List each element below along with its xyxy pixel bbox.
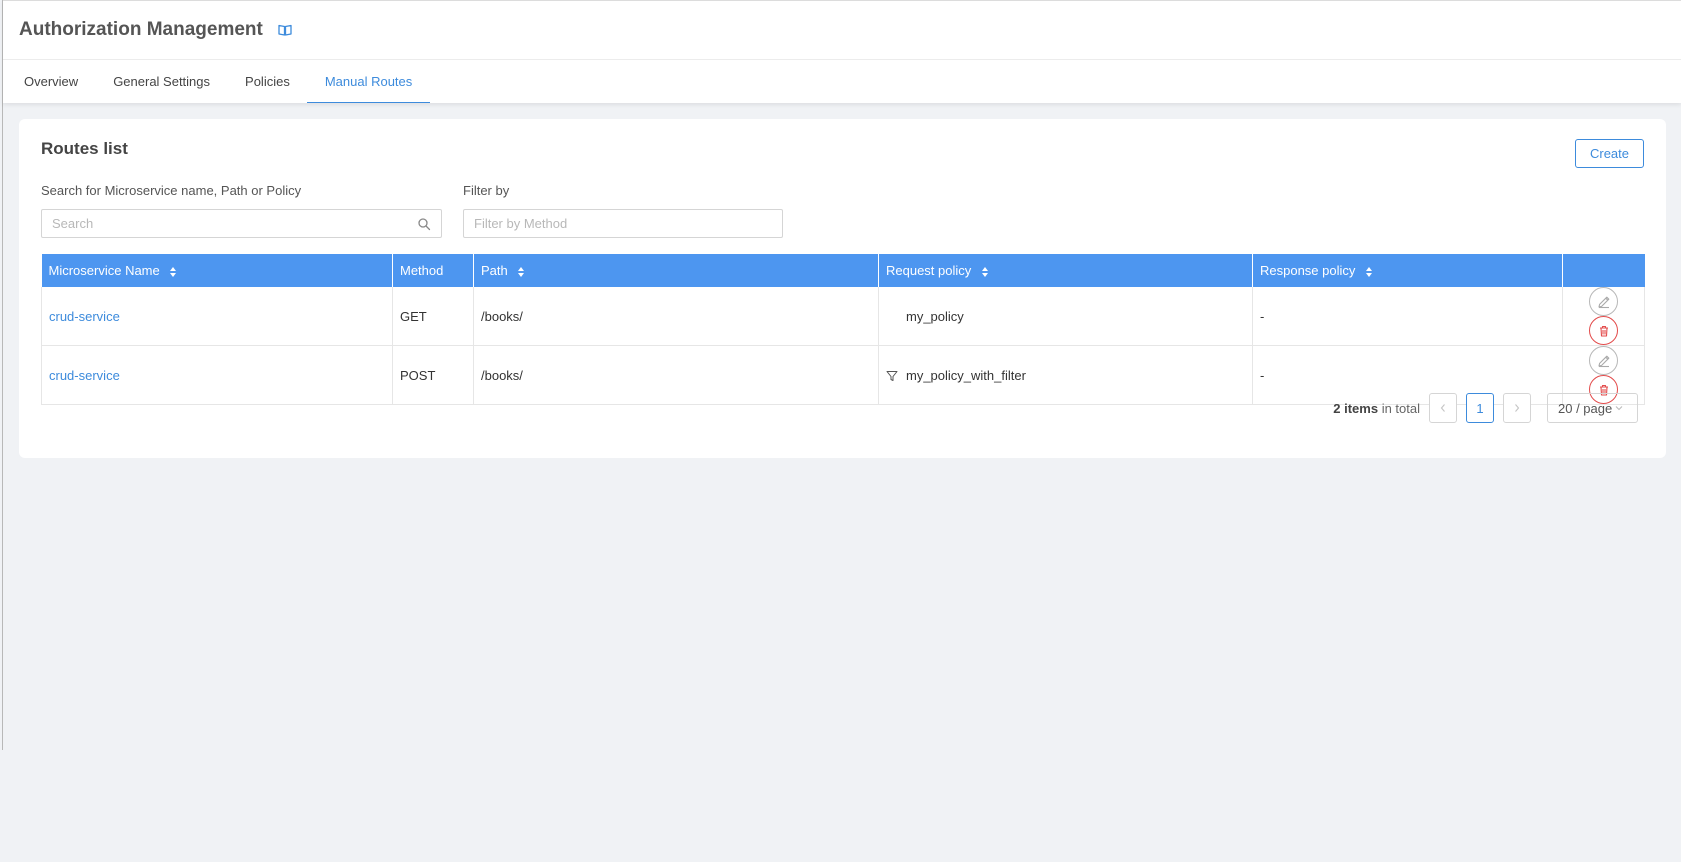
column-header-label: Microservice Name <box>48 263 160 278</box>
chevron-down-icon <box>1614 403 1624 413</box>
column-header-response-policy[interactable]: Response policy <box>1252 254 1563 287</box>
method-filter-field <box>463 209 783 238</box>
column-header-actions <box>1562 254 1645 287</box>
column-header-label: Method <box>400 263 444 278</box>
table-header-row: Microservice Name Method Path Request po… <box>41 254 1645 287</box>
page-size-select[interactable]: 20 / page <box>1547 393 1638 423</box>
column-header-label: Response policy <box>1260 263 1356 278</box>
routes-table: Microservice Name Method Path Request po… <box>41 254 1645 405</box>
search-input[interactable] <box>42 210 417 237</box>
column-header-path[interactable]: Path <box>473 254 879 287</box>
table-row: crud-service GET /books/ my_policy - <box>41 287 1645 346</box>
trash-icon <box>1599 325 1608 337</box>
chevron-left-icon <box>1440 404 1445 412</box>
routes-card: Routes list Create Search for Microservi… <box>19 119 1666 458</box>
tab-general-settings[interactable]: General Settings <box>95 60 228 103</box>
chevron-right-icon <box>1515 404 1520 412</box>
method-cell: GET <box>392 287 474 346</box>
total-count-suffix: in total <box>1378 400 1420 416</box>
sort-icon[interactable] <box>1365 266 1373 278</box>
prev-page-button[interactable] <box>1429 393 1457 423</box>
tab-overview[interactable]: Overview <box>6 60 96 103</box>
path-cell: /books/ <box>473 287 879 346</box>
request-policy-value: my_policy <box>906 308 964 324</box>
page-title: Authorization Management <box>19 19 263 40</box>
pagination: 2 items in total 1 20 / page <box>1333 393 1638 423</box>
book-icon[interactable] <box>277 22 293 38</box>
sort-icon[interactable] <box>981 266 989 278</box>
edit-button[interactable] <box>1589 287 1618 316</box>
pencil-icon <box>1597 355 1609 367</box>
column-header-microservice[interactable]: Microservice Name <box>41 254 393 287</box>
sort-icon[interactable] <box>169 266 177 278</box>
delete-button[interactable] <box>1589 316 1618 345</box>
title-row: Authorization Management <box>3 1 1681 60</box>
request-policy-cell: my_policy_with_filter <box>878 345 1253 405</box>
search-label: Search for Microservice name, Path or Po… <box>41 183 302 198</box>
column-header-label: Request policy <box>886 263 972 278</box>
total-count-number: 2 items <box>1333 400 1379 416</box>
search-icon[interactable] <box>417 217 431 231</box>
total-count: 2 items in total <box>1333 401 1420 416</box>
response-policy-cell: - <box>1252 287 1563 346</box>
window-left-edge <box>2 0 3 750</box>
tab-manual-routes[interactable]: Manual Routes <box>306 60 431 103</box>
filter-icon <box>886 370 898 382</box>
method-filter-input[interactable] <box>464 210 782 237</box>
column-header-method: Method <box>392 254 474 287</box>
create-button[interactable]: Create <box>1575 139 1644 168</box>
pencil-icon <box>1597 296 1609 308</box>
tab-policies[interactable]: Policies <box>227 60 308 103</box>
page-header: Authorization Management Overview Genera… <box>3 0 1681 103</box>
next-page-button[interactable] <box>1503 393 1531 423</box>
method-cell: POST <box>392 345 474 405</box>
actions-cell <box>1562 287 1645 346</box>
column-header-request-policy[interactable]: Request policy <box>878 254 1253 287</box>
search-field <box>41 209 442 238</box>
page-1-button[interactable]: 1 <box>1466 393 1494 423</box>
edit-button[interactable] <box>1589 346 1618 375</box>
card-title: Routes list <box>41 139 128 158</box>
request-policy-value: my_policy_with_filter <box>906 367 1026 383</box>
filter-label: Filter by <box>463 183 510 198</box>
microservice-link[interactable]: crud-service <box>49 309 120 324</box>
tab-bar: Overview General Settings Policies Manua… <box>3 60 1681 103</box>
path-cell: /books/ <box>473 345 879 405</box>
sort-icon[interactable] <box>517 266 525 278</box>
request-policy-cell: my_policy <box>878 287 1253 346</box>
microservice-link[interactable]: crud-service <box>49 368 120 383</box>
column-header-label: Path <box>481 263 508 278</box>
page-size-value: 20 / page <box>1558 400 1613 416</box>
